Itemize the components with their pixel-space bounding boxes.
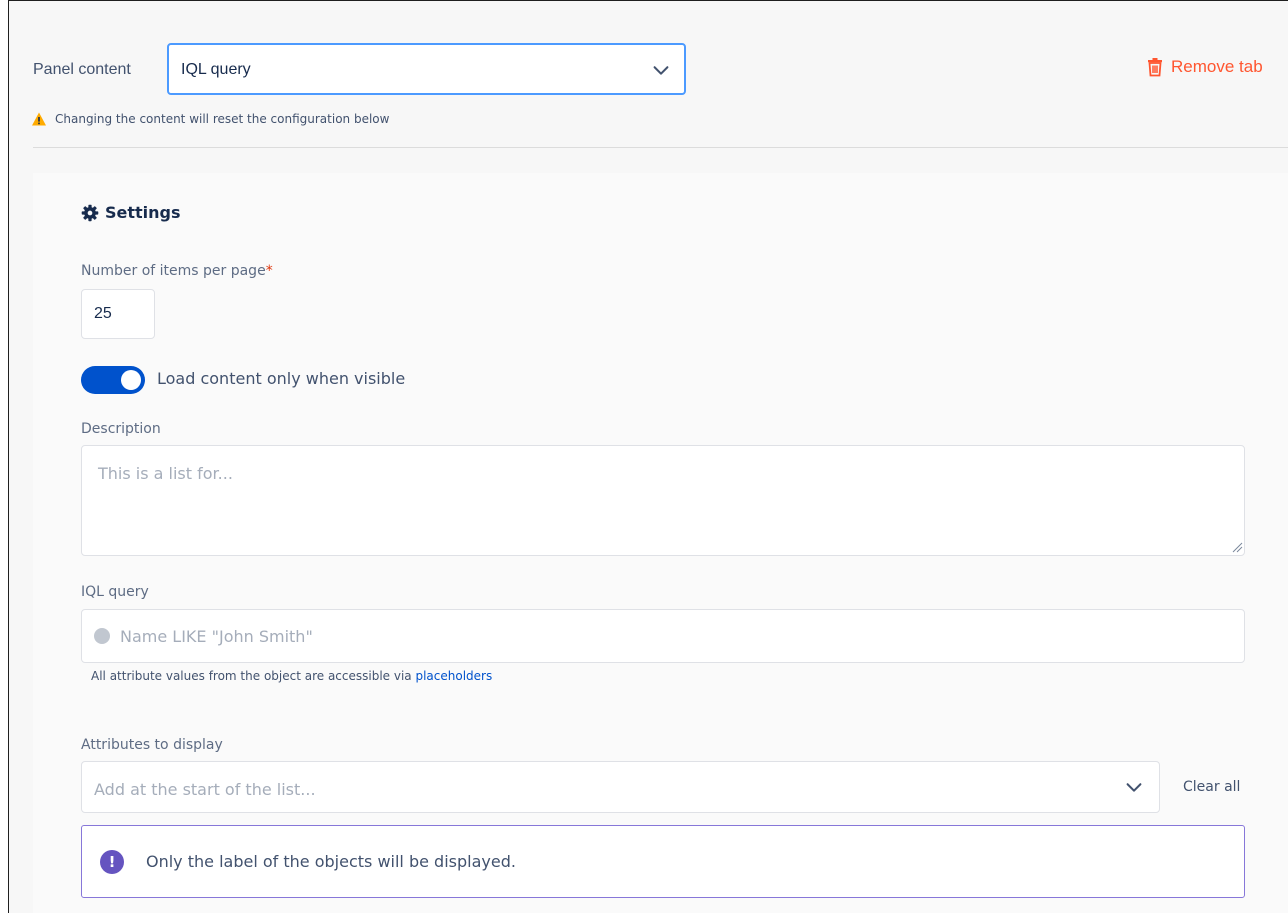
exclamation-icon: ! — [100, 850, 124, 874]
warning-icon — [32, 112, 46, 126]
required-mark: * — [265, 263, 273, 279]
items-per-page-input[interactable]: 25 — [81, 289, 155, 339]
chevron-down-icon — [653, 66, 669, 75]
items-per-page-text: Number of items per page — [81, 263, 266, 279]
panel-content-value: IQL query — [181, 61, 251, 78]
resize-handle-icon[interactable] — [1231, 541, 1243, 553]
info-message-box: ! Only the label of the objects will be … — [81, 825, 1245, 898]
settings-panel: Settings Number of items per page* 25 Lo… — [33, 173, 1288, 913]
description-label: Description — [81, 421, 161, 437]
remove-tab-label: Remove tab — [1171, 57, 1263, 76]
trash-icon — [1148, 58, 1162, 77]
chevron-down-icon — [1126, 783, 1142, 792]
panel-content-select[interactable]: IQL query — [167, 43, 686, 95]
items-per-page-label: Number of items per page* — [81, 263, 273, 279]
reset-warning: Changing the content will reset the conf… — [31, 111, 389, 127]
info-message: Only the label of the objects will be di… — [146, 852, 516, 871]
config-frame: Panel content IQL query Remove tab Chang… — [8, 0, 1288, 913]
load-visible-label: Load content only when visible — [157, 369, 406, 388]
divider — [33, 147, 1288, 148]
attributes-select[interactable]: Add at the start of the list... — [81, 761, 1160, 813]
iql-query-input[interactable]: Name LIKE "John Smith" — [81, 609, 1245, 663]
toggle-knob — [121, 370, 141, 390]
status-dot-icon — [94, 628, 110, 644]
load-visible-toggle[interactable] — [81, 366, 145, 394]
warning-text: Changing the content will reset the conf… — [55, 112, 390, 126]
iql-query-label: IQL query — [81, 584, 149, 600]
placeholders-link[interactable]: placeholders — [415, 669, 492, 683]
panel-content-row: Panel content IQL query Remove tab — [9, 43, 1288, 95]
iql-helper-text: All attribute values from the object are… — [91, 669, 492, 683]
attributes-label: Attributes to display — [81, 737, 223, 753]
settings-heading: Settings — [81, 203, 181, 222]
settings-title: Settings — [105, 203, 181, 222]
iql-placeholder: Name LIKE "John Smith" — [120, 627, 313, 646]
gear-icon — [81, 204, 99, 221]
remove-tab-button[interactable]: Remove tab — [1145, 57, 1263, 77]
clear-all-button[interactable]: Clear all — [1183, 779, 1240, 795]
helper-text: All attribute values from the object are… — [91, 669, 416, 683]
description-textarea[interactable]: This is a list for... — [81, 445, 1245, 556]
attributes-placeholder: Add at the start of the list... — [94, 780, 316, 799]
panel-content-label: Panel content — [33, 61, 131, 78]
